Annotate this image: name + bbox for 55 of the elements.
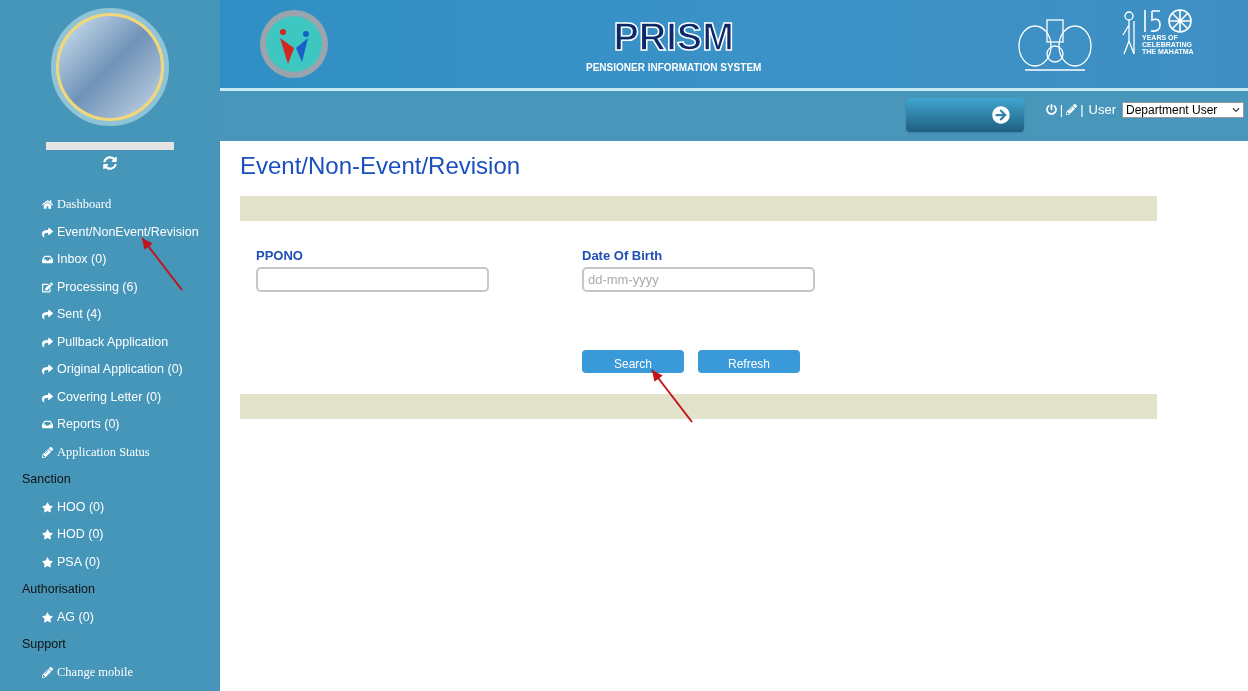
sidebar-link[interactable]: Dashboard (0, 191, 220, 219)
sidebar-link[interactable]: Inbox (0) (0, 246, 220, 274)
refresh-icon[interactable] (103, 156, 117, 170)
page-title: Event/Non-Event/Revision (240, 151, 522, 181)
app-title: PRISM (613, 18, 734, 56)
sidebar-link[interactable]: HOO (0) (0, 493, 220, 521)
refresh-button[interactable]: Refresh (698, 350, 800, 373)
share-arrow-icon (42, 226, 53, 238)
pencil-icon (42, 666, 53, 678)
sidebar-section-heading: Support (21, 636, 67, 654)
sidebar-link[interactable]: Processing (6) (0, 273, 220, 301)
star-icon (42, 556, 53, 568)
sidebar-link[interactable]: Change mobile (0, 658, 220, 686)
app-subtitle: PENSIONER INFORMATION SYSTEM (586, 61, 762, 75)
home-icon (42, 199, 53, 211)
star-icon (42, 501, 53, 513)
star-icon (42, 529, 53, 541)
sidebar-link[interactable]: Pullback Application (0, 328, 220, 356)
share-arrow-icon (42, 364, 53, 376)
star-icon (42, 611, 53, 623)
search-button[interactable]: Search (582, 350, 684, 373)
user-label: User (1088, 101, 1116, 119)
share-arrow-icon (42, 391, 53, 403)
sidebar-link[interactable]: Covering Letter (0) (0, 383, 220, 411)
sidebar-link[interactable]: Original Application (0) (0, 356, 220, 384)
gandhi-figure-icon (1120, 11, 1138, 55)
field-label: Date Of Birth (582, 248, 664, 264)
edit-icon (42, 281, 53, 293)
sidebar-link[interactable]: AG (0) (0, 603, 220, 631)
proceed-button[interactable] (905, 98, 1024, 132)
chevron-down-icon (1232, 105, 1240, 114)
sidebar-section-heading: Sanction (21, 471, 72, 489)
field-label: PPONO (256, 248, 304, 264)
inbox-icon (42, 419, 53, 431)
separator-text: | (1080, 101, 1084, 119)
sidebar-link[interactable]: Sent (4) (0, 301, 220, 329)
input-field[interactable] (256, 267, 489, 292)
sidebar-link[interactable]: HOD (0) (0, 521, 220, 549)
share-arrow-icon (42, 309, 53, 321)
pencil-icon (42, 446, 53, 458)
sidebar-section-heading: Authorisation (21, 581, 96, 599)
arrow-right-icon (991, 106, 1010, 124)
separator-text: | (1059, 101, 1064, 119)
sidebar-link[interactable]: Reports (0) (0, 411, 220, 439)
input-field[interactable]: dd-mm-yyyy (582, 267, 815, 292)
user-role-select[interactable]: Department User (1122, 101, 1244, 118)
edit-icon[interactable] (1066, 104, 1078, 116)
anniversary-logo-icon (1142, 8, 1194, 34)
inbox-icon (42, 254, 53, 266)
power-icon[interactable] (1045, 104, 1057, 116)
sidebar-link[interactable]: Application Status (0, 438, 220, 466)
sidebar-link[interactable]: PSA (0) (0, 548, 220, 576)
sidebar-link[interactable]: Event/NonEvent/Revision (0, 218, 220, 246)
logo-icon (258, 8, 330, 80)
share-arrow-icon (42, 336, 53, 348)
